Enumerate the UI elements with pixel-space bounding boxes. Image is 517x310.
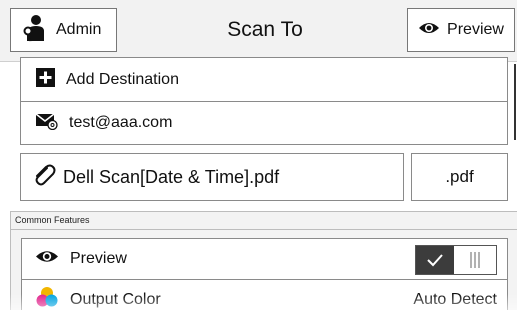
paperclip-icon bbox=[31, 162, 57, 193]
add-destination-label: Add Destination bbox=[66, 70, 179, 88]
destination-list: Add Destination test@aaa.com bbox=[20, 57, 508, 145]
feature-label-output-color: Output Color bbox=[70, 290, 161, 308]
feature-label-preview: Preview bbox=[70, 250, 127, 267]
common-features-section: Common Features Preview Output Color Aut… bbox=[10, 211, 517, 310]
admin-button[interactable]: Admin bbox=[10, 8, 117, 52]
feature-row-output-color[interactable]: Output Color Auto Detect bbox=[21, 280, 508, 310]
preview-button-label: Preview bbox=[447, 21, 504, 38]
file-extension-button[interactable]: .pdf bbox=[411, 153, 508, 201]
file-name-text: Dell Scan[Date & Time].pdf bbox=[63, 166, 280, 187]
top-bar: Admin Scan To Preview bbox=[0, 0, 517, 62]
preview-button[interactable]: Preview bbox=[407, 8, 515, 52]
email-address: test@aaa.com bbox=[69, 114, 173, 131]
color-circles-icon bbox=[35, 285, 59, 310]
scrollbar[interactable] bbox=[514, 64, 516, 140]
feature-row-preview[interactable]: Preview bbox=[21, 238, 508, 280]
admin-user-icon bbox=[22, 14, 48, 47]
page-title: Scan To bbox=[227, 18, 303, 41]
add-destination-button[interactable]: Add Destination bbox=[21, 58, 507, 101]
eye-icon bbox=[418, 21, 440, 40]
eye-icon bbox=[35, 249, 59, 269]
email-icon bbox=[35, 112, 58, 135]
plus-icon bbox=[36, 67, 55, 92]
admin-button-label: Admin bbox=[56, 21, 102, 38]
toggle-on-segment bbox=[416, 246, 454, 274]
section-heading: Common Features bbox=[11, 212, 517, 230]
preview-toggle[interactable] bbox=[415, 245, 497, 275]
check-icon bbox=[427, 254, 443, 267]
destination-item-email[interactable]: test@aaa.com bbox=[21, 101, 507, 144]
off-lines-icon bbox=[470, 252, 480, 268]
toggle-off-segment bbox=[454, 246, 496, 274]
file-name-field[interactable]: Dell Scan[Date & Time].pdf bbox=[20, 153, 404, 201]
output-color-value: Auto Detect bbox=[413, 290, 497, 308]
